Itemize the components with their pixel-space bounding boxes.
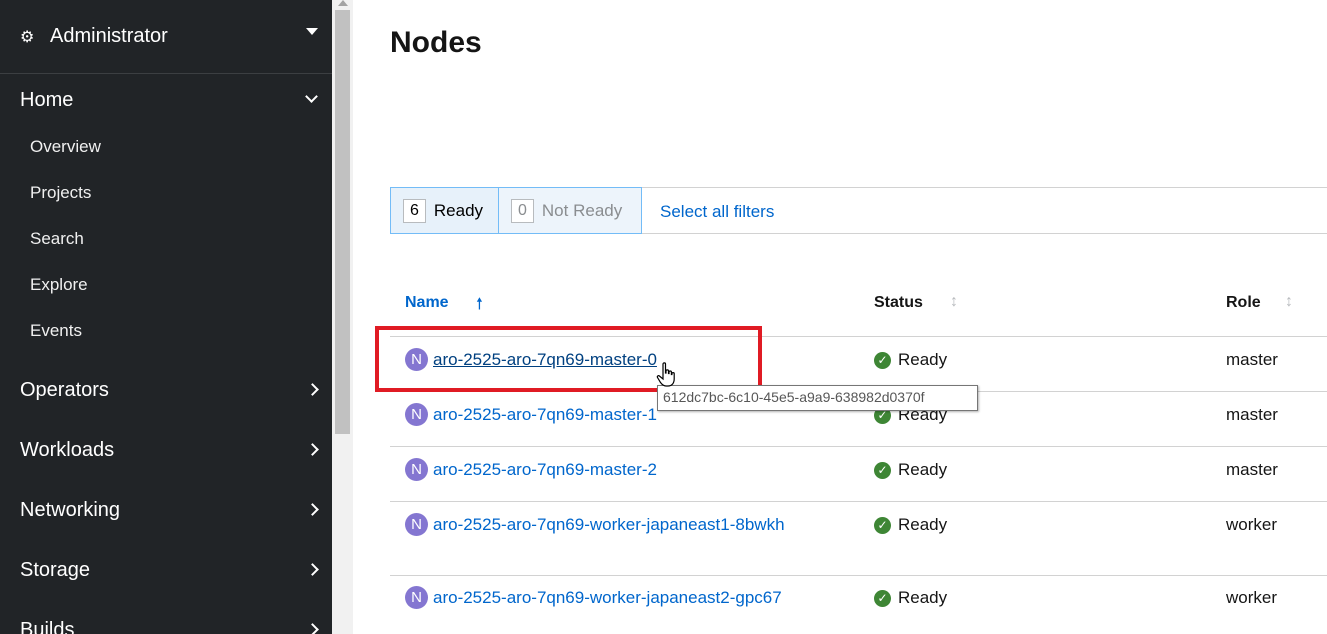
- sidebar-nav: ⚙ Administrator Home Overview Projects S…: [0, 0, 332, 634]
- filter-label: Not Ready: [541, 200, 623, 220]
- node-status: Ready: [898, 350, 948, 369]
- filter-count: 0: [511, 198, 534, 223]
- node-badge: N: [405, 403, 428, 426]
- nav-section-workloads[interactable]: Workloads: [0, 420, 332, 480]
- cogs-icon: ⚙: [20, 28, 35, 46]
- page-title: Nodes: [390, 26, 482, 59]
- main-content: Nodes 6 Ready 0 Not Ready Select all fil…: [353, 0, 1327, 634]
- filter-not-ready-button[interactable]: 0 Not Ready: [498, 187, 642, 234]
- column-header-status[interactable]: Status: [874, 294, 923, 312]
- nav-section-home[interactable]: Home: [0, 70, 332, 130]
- arrow-up-icon[interactable]: 🠕: [476, 293, 483, 320]
- highlight-annotation: [375, 326, 762, 392]
- select-all-filters-link[interactable]: Select all filters: [660, 202, 774, 222]
- nav-item-explore[interactable]: Explore: [30, 275, 88, 295]
- perspective-label: Administrator: [50, 25, 168, 47]
- node-status: Ready: [898, 515, 948, 534]
- table-divider: [390, 501, 1327, 502]
- check-circle-icon: ✓: [874, 590, 891, 607]
- nav-section-label: Storage: [20, 558, 91, 581]
- column-header-role[interactable]: Role: [1226, 294, 1261, 312]
- nav-item-overview[interactable]: Overview: [30, 137, 101, 157]
- node-role: master: [1226, 350, 1278, 369]
- table-divider: [390, 575, 1327, 576]
- nav-item-events[interactable]: Events: [30, 321, 82, 341]
- nav-section-label: Builds: [20, 618, 75, 634]
- filter-ready-button[interactable]: 6 Ready: [390, 187, 499, 234]
- sort-icon[interactable]: ↕: [950, 293, 958, 311]
- node-link[interactable]: aro-2525-aro-7qn69-worker-japaneast1-8bw…: [433, 515, 785, 535]
- scrollbar-thumb[interactable]: [335, 10, 350, 434]
- table-divider: [390, 446, 1327, 447]
- nav-section-label: Networking: [20, 498, 121, 521]
- node-role: worker: [1226, 588, 1278, 607]
- node-role: master: [1226, 460, 1278, 479]
- check-circle-icon: ✓: [874, 462, 891, 479]
- node-status: Ready: [898, 588, 948, 607]
- nav-section-operators[interactable]: Operators: [0, 360, 332, 420]
- hand-cursor-icon: [656, 362, 675, 387]
- scroll-up-arrow-icon[interactable]: [338, 0, 348, 6]
- node-link[interactable]: aro-2525-aro-7qn69-master-2: [433, 460, 657, 480]
- node-role: master: [1226, 405, 1278, 424]
- node-status: Ready: [898, 460, 948, 479]
- filter-label: Ready: [433, 200, 484, 220]
- node-badge: N: [405, 513, 428, 536]
- column-header-name[interactable]: Name: [405, 294, 449, 312]
- nav-section-storage[interactable]: Storage: [0, 540, 332, 600]
- nav-item-search[interactable]: Search: [30, 229, 84, 249]
- nav-section-networking[interactable]: Networking: [0, 480, 332, 540]
- nav-section-label: Operators: [20, 378, 109, 401]
- nav-item-projects[interactable]: Projects: [30, 183, 91, 203]
- node-role: worker: [1226, 515, 1278, 534]
- node-link[interactable]: aro-2525-aro-7qn69-master-1: [433, 405, 657, 425]
- perspective-switcher[interactable]: ⚙ Administrator: [0, 0, 332, 74]
- uid-tooltip: 612dc7bc-6c10-45e5-a9a9-638982d0370f: [657, 385, 978, 411]
- caret-down-icon: [306, 28, 318, 35]
- check-circle-icon: ✓: [874, 517, 891, 534]
- node-link[interactable]: aro-2525-aro-7qn69-worker-japaneast2-gpc…: [433, 588, 782, 608]
- node-badge: N: [405, 458, 428, 481]
- filter-count: 6: [403, 198, 426, 223]
- sort-icon[interactable]: ↕: [1285, 293, 1293, 311]
- nav-section-builds[interactable]: Builds: [0, 600, 332, 634]
- node-badge: N: [405, 586, 428, 609]
- row-filter-bar: 6 Ready 0 Not Ready Select all filters: [390, 187, 1327, 234]
- check-circle-icon: ✓: [874, 352, 891, 369]
- nav-section-label: Home: [20, 88, 74, 111]
- nav-section-label: Workloads: [20, 438, 115, 461]
